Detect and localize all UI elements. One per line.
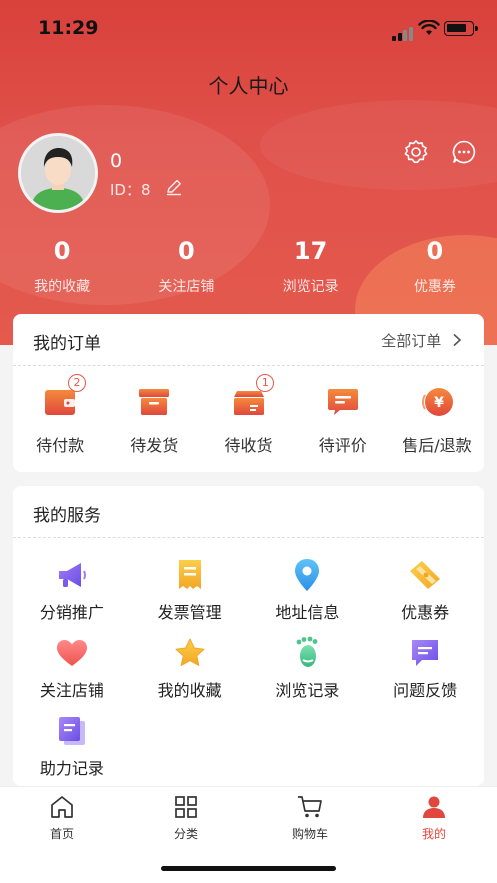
message-icon[interactable]	[451, 139, 477, 165]
package-icon	[233, 391, 264, 415]
user-id: ID：8	[110, 181, 151, 199]
refund-icon: ¥	[421, 388, 453, 416]
wifi-icon	[418, 20, 440, 35]
order-label: 待评价	[318, 436, 367, 455]
order-to-receive[interactable]: 1 待收货	[201, 374, 295, 456]
tab-label: 购物车	[291, 827, 328, 841]
megaphone-icon	[58, 563, 86, 587]
stat-followed-shops[interactable]: 0 关注店铺	[124, 236, 248, 296]
status-time: 11:29	[38, 17, 99, 39]
stat-label: 我的收藏	[34, 279, 91, 295]
battery-icon	[444, 21, 478, 36]
service-label: 我的收藏	[157, 681, 222, 700]
stat-value: 0	[178, 237, 195, 265]
service-label: 发票管理	[157, 603, 222, 622]
cart-icon	[298, 796, 322, 818]
avatar-person-icon	[21, 136, 95, 210]
orders-card: 我的订单 全部订单 2 待付款 待发货 1 待收货 待评价 ¥ 售后/退款	[13, 314, 484, 472]
service-label: 助力记录	[39, 759, 104, 778]
stat-history[interactable]: 17 浏览记录	[249, 236, 373, 296]
tab-category[interactable]: 分类	[146, 795, 226, 842]
comment-icon	[327, 389, 358, 415]
tab-label: 我的	[421, 827, 446, 841]
service-invoice[interactable]: 发票管理	[131, 558, 249, 636]
service-address[interactable]: 地址信息	[249, 558, 367, 636]
home-icon	[51, 796, 73, 818]
order-to-review[interactable]: 待评价	[296, 382, 390, 456]
order-label: 待发货	[130, 436, 179, 455]
stat-label: 优惠券	[413, 279, 456, 295]
tab-cart[interactable]: 购物车	[270, 795, 350, 842]
stat-coupons[interactable]: 0 优惠券	[373, 236, 497, 296]
edit-icon[interactable]	[165, 178, 183, 196]
tab-home[interactable]: 首页	[22, 795, 102, 842]
invoice-icon	[178, 560, 201, 589]
order-label: 售后/退款	[402, 436, 472, 455]
all-orders-label: 全部订单	[381, 332, 442, 350]
service-label: 关注店铺	[39, 681, 104, 700]
order-pending-payment[interactable]: 2 待付款	[13, 374, 107, 456]
avatar[interactable]	[18, 133, 98, 213]
chevron-right-icon	[453, 333, 462, 347]
stat-value: 0	[426, 237, 444, 265]
svg-text:¥: ¥	[434, 395, 444, 411]
orders-header: 我的订单 全部订单	[13, 314, 484, 366]
order-after-sales[interactable]: ¥ 售后/退款	[390, 382, 484, 456]
service-favorites[interactable]: 我的收藏	[131, 636, 249, 714]
coupon-icon	[410, 561, 441, 589]
document-icon	[58, 717, 85, 745]
order-count-badge: 1	[256, 374, 275, 392]
tab-label: 分类	[173, 827, 198, 841]
all-orders-link[interactable]: 全部订单	[381, 330, 462, 351]
service-distribution[interactable]: 分销推广	[13, 558, 131, 636]
heart-icon	[56, 640, 87, 666]
star-icon	[175, 638, 205, 666]
footprint-icon	[296, 636, 318, 667]
tab-label: 首页	[49, 827, 74, 841]
service-followed-shops[interactable]: 关注店铺	[13, 636, 131, 714]
services-card: 我的服务 分销推广 发票管理 地址信息 优惠券 关注店铺 我的收藏 浏览记录 问…	[13, 486, 484, 786]
services-title: 我的服务	[33, 506, 101, 526]
services-header: 我的服务	[13, 486, 484, 538]
box-icon	[139, 389, 170, 415]
tab-mine[interactable]: 我的	[394, 795, 474, 842]
orders-title: 我的订单	[33, 334, 101, 354]
status-bar: 11:29	[0, 0, 497, 56]
username: 0	[110, 150, 123, 172]
service-label: 地址信息	[275, 603, 340, 622]
stat-value: 0	[53, 237, 71, 265]
service-label: 浏览记录	[275, 681, 340, 700]
gear-icon[interactable]	[403, 139, 429, 165]
service-assist-records[interactable]: 助力记录	[13, 714, 131, 792]
wallet-icon	[45, 390, 76, 415]
stat-value: 17	[293, 237, 328, 265]
order-count-badge: 2	[67, 374, 86, 392]
order-label: 待收货	[224, 436, 273, 455]
cellular-signal-icon	[392, 22, 414, 41]
service-label: 优惠券	[401, 603, 450, 622]
grid-icon	[175, 796, 197, 818]
stats-row: 0 我的收藏 0 关注店铺 17 浏览记录 0 优惠券	[0, 236, 497, 296]
service-history[interactable]: 浏览记录	[249, 636, 367, 714]
location-pin-icon	[295, 559, 320, 591]
page-title: 个人中心	[208, 74, 289, 98]
stat-favorites[interactable]: 0 我的收藏	[0, 236, 124, 296]
service-label: 问题反馈	[393, 681, 458, 700]
stat-label: 关注店铺	[158, 279, 215, 295]
stat-label: 浏览记录	[282, 279, 339, 295]
service-label: 分销推广	[39, 603, 104, 622]
service-coupons[interactable]: 优惠券	[366, 558, 484, 636]
order-label: 待付款	[36, 436, 85, 455]
service-feedback[interactable]: 问题反馈	[366, 636, 484, 714]
user-icon	[423, 796, 445, 818]
feedback-icon	[412, 640, 439, 666]
home-indicator	[161, 866, 336, 871]
order-to-ship[interactable]: 待发货	[107, 382, 201, 456]
